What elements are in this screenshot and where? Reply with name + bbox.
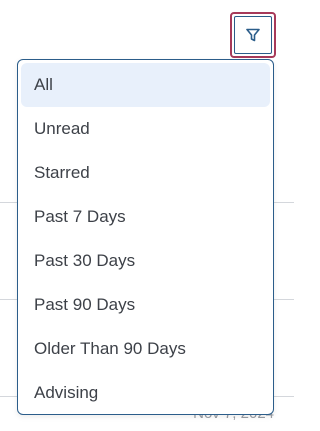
filter-option-past-7-days[interactable]: Past 7 Days <box>21 195 270 239</box>
filter-option-all[interactable]: All <box>21 63 270 107</box>
filter-option-older-than-90-days[interactable]: Older Than 90 Days <box>21 327 270 371</box>
filter-option-advising[interactable]: Advising <box>21 371 270 415</box>
filter-icon <box>246 28 260 42</box>
filter-option-past-30-days[interactable]: Past 30 Days <box>21 239 270 283</box>
filter-option-starred[interactable]: Starred <box>21 151 270 195</box>
page: Nov 7, 2024 All Unread Starred Past 7 Da… <box>0 0 294 431</box>
filter-option-past-90-days[interactable]: Past 90 Days <box>21 283 270 327</box>
filter-button[interactable] <box>230 12 276 58</box>
filter-option-unread[interactable]: Unread <box>21 107 270 151</box>
filter-button-focus-ring <box>234 16 272 54</box>
filter-dropdown-menu: All Unread Starred Past 7 Days Past 30 D… <box>17 59 274 415</box>
